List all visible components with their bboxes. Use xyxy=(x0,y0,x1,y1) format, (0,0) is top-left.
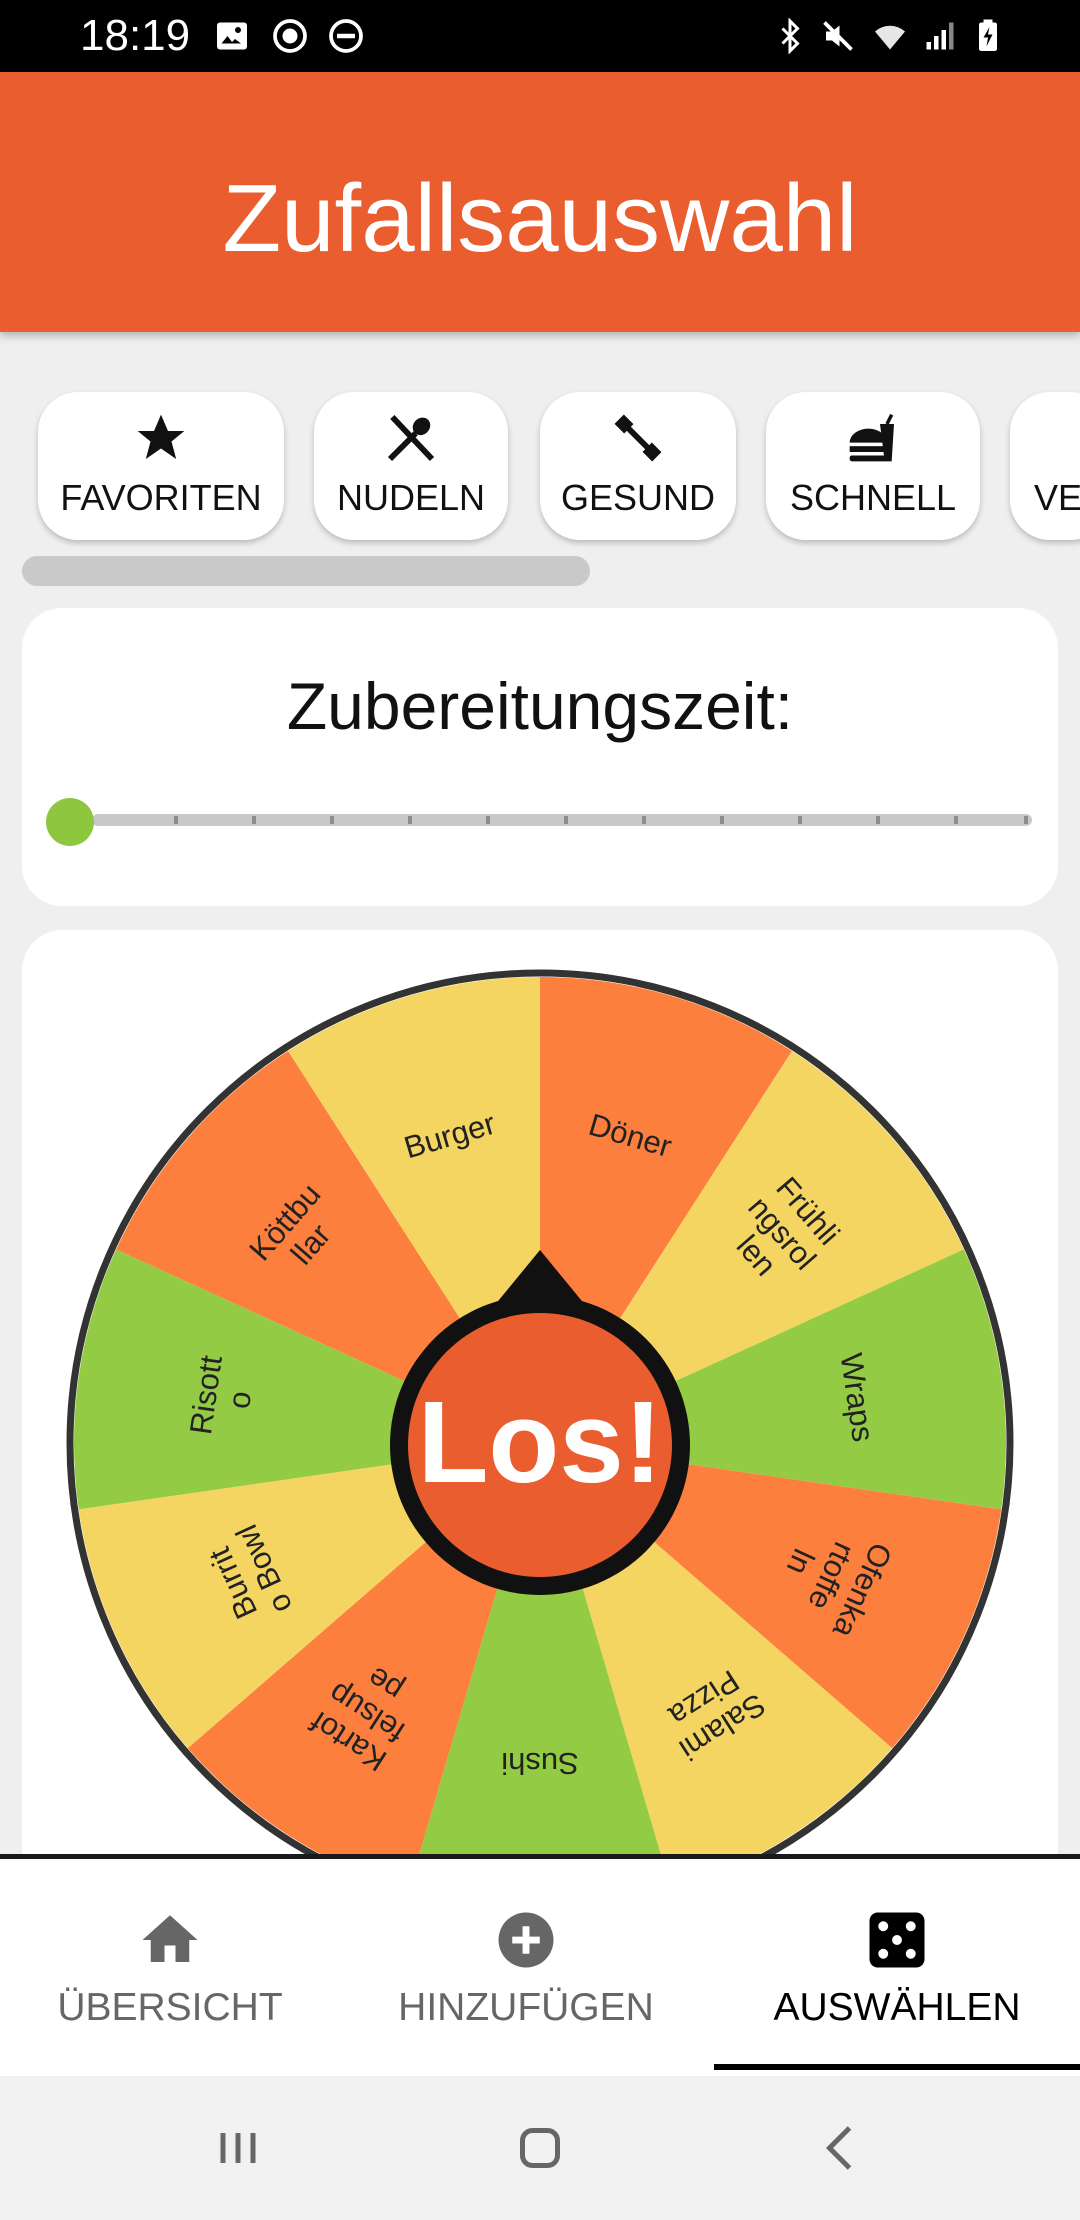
nav-label: AUSWÄHLEN xyxy=(773,1986,1021,2029)
active-tab-indicator xyxy=(714,2064,1080,2070)
back-icon[interactable] xyxy=(812,2118,872,2178)
add-circle-icon xyxy=(498,1912,554,1968)
home-icon xyxy=(142,1915,198,1962)
wheel-segment-label: Sushi xyxy=(501,1746,579,1781)
spin-button-label: Los! xyxy=(418,1377,663,1507)
nav-item-auswaehlen[interactable]: AUSWÄHLEN xyxy=(714,1859,1080,2081)
dice-icon xyxy=(869,1912,925,1968)
nav-item-hinzufuegen[interactable]: HINZUFÜGEN xyxy=(362,1859,690,2081)
system-navigation-bar xyxy=(0,2076,1080,2220)
home-button-icon[interactable] xyxy=(510,2118,570,2178)
nav-item-uebersicht[interactable]: ÜBERSICHT xyxy=(0,1859,340,2081)
recent-apps-icon[interactable] xyxy=(208,2118,268,2178)
nav-label: ÜBERSICHT xyxy=(57,1986,283,2029)
bottom-navigation: ÜBERSICHT HINZUFÜGEN AUSWÄHLEN xyxy=(0,1854,1080,2076)
nav-label: HINZUFÜGEN xyxy=(398,1986,654,2029)
